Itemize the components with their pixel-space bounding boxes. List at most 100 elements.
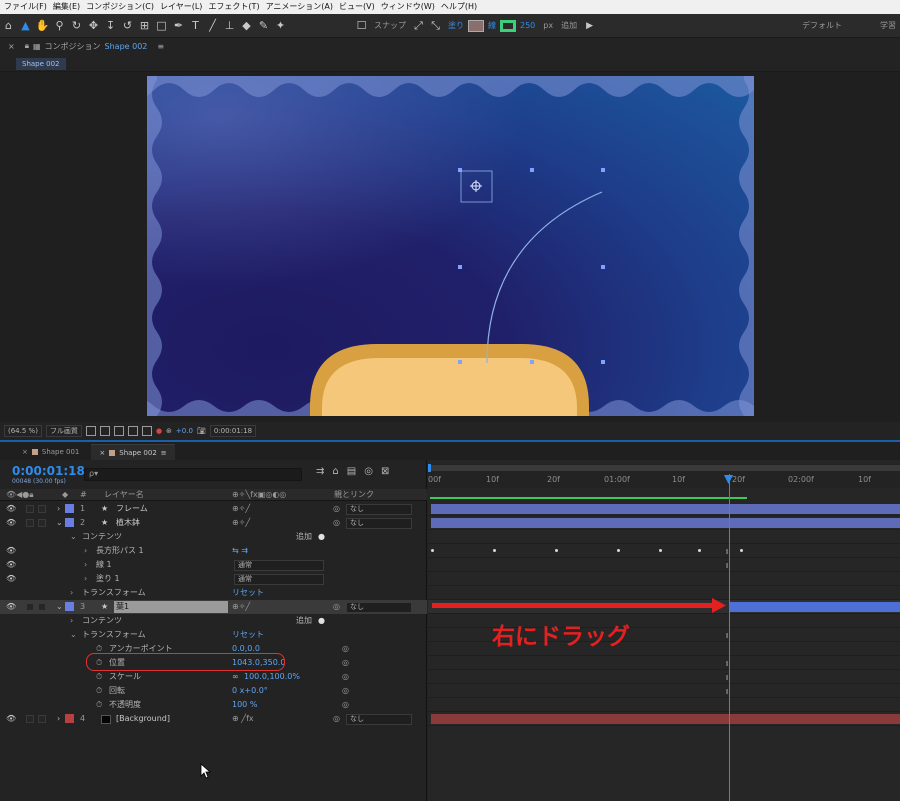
keyframe-dot[interactable] — [555, 549, 558, 552]
constrain-proportions-icon[interactable]: ∞ — [232, 670, 239, 684]
property-row[interactable]: ⌄ コンテンツ 追加 ● — [0, 530, 427, 544]
pan-behind-tool-icon[interactable]: ⊞ — [136, 16, 153, 36]
add-label[interactable]: 追加 — [561, 20, 577, 31]
selection-tool-icon[interactable]: ▲ — [17, 16, 34, 36]
property-row[interactable]: 👁 › 塗り 1 通常 — [0, 572, 427, 586]
property-row[interactable]: 👁 › 長方形パス 1 ⇆ ⇉ — [0, 544, 427, 558]
grid-icon[interactable] — [99, 426, 110, 436]
path-mode-icon[interactable]: ⇆ ⇉ — [232, 544, 248, 558]
viewer-time[interactable]: 0:00:01:18 — [209, 425, 257, 437]
layer-duration-bar[interactable] — [431, 504, 900, 514]
menu-composition[interactable]: コンポジション(C) — [86, 0, 154, 14]
eye-icon[interactable]: 👁 — [6, 600, 16, 614]
timeline-tab-shape-001[interactable]: × Shape 001 — [14, 444, 87, 460]
chevron-right-icon[interactable]: › — [84, 572, 87, 586]
menu-help[interactable]: ヘルプ(H) — [441, 0, 477, 14]
add-circle-icon[interactable]: ● — [318, 530, 325, 544]
property-value[interactable]: 100 % — [232, 698, 257, 712]
play-circle-icon[interactable]: ▶ — [581, 16, 598, 36]
resolution-dropdown[interactable]: フル画質 — [45, 425, 82, 437]
layer-name[interactable]: フレーム — [116, 502, 148, 516]
menu-animation[interactable]: アニメーション(A) — [266, 0, 333, 14]
parent-dropdown[interactable]: なし — [346, 602, 412, 613]
keyframe-dot[interactable] — [431, 549, 434, 552]
property-row[interactable]: ⏱ 不透明度 100 % ◎ — [0, 698, 427, 712]
layer-search-input[interactable]: ρ▾ — [84, 468, 302, 481]
property-row[interactable]: ⏱ 回転 0 x+0.0° ◎ — [0, 684, 427, 698]
keyframe-dot[interactable] — [617, 549, 620, 552]
keyframe-dot[interactable] — [659, 549, 662, 552]
close-icon[interactable]: × — [99, 445, 105, 461]
layer-duration-bar[interactable] — [729, 602, 900, 612]
rectangle-tool-icon[interactable]: □ — [153, 16, 170, 36]
label-color-swatch[interactable] — [65, 518, 74, 527]
pickwhip-icon[interactable]: ◎ — [342, 656, 349, 670]
brush-tool-icon[interactable]: ╱ — [204, 16, 221, 36]
pickwhip-icon[interactable]: ◎ — [333, 516, 340, 530]
menu-layer[interactable]: レイヤー(L) — [160, 0, 202, 14]
eye-icon[interactable]: 👁 — [6, 544, 16, 558]
snap-option-icon[interactable]: ⤢ — [410, 16, 427, 36]
keyframe-dot[interactable] — [493, 549, 496, 552]
layer-duration-bar[interactable] — [431, 518, 900, 528]
hand-tool-icon[interactable]: ✋ — [34, 16, 51, 36]
add-label[interactable]: 追加 — [296, 530, 312, 544]
add-label[interactable]: 追加 — [296, 614, 312, 628]
zoom-dropdown[interactable]: (64.5 %) — [4, 425, 42, 437]
roto-brush-tool-icon[interactable]: ✎ — [255, 16, 272, 36]
snapshot-icon[interactable]: 📷︎ — [197, 427, 206, 435]
frame-blend-icon[interactable]: ▤ — [347, 466, 356, 477]
chevron-down-icon[interactable]: ⌄ — [56, 600, 63, 614]
lock-box[interactable] — [38, 505, 46, 513]
menu-icon[interactable]: ≡ — [157, 42, 164, 51]
shy-icon[interactable]: ⌂ — [332, 466, 338, 477]
pickwhip-icon[interactable]: ◎ — [333, 712, 340, 726]
snap-option2-icon[interactable]: ⤡ — [427, 16, 444, 36]
chevron-right-icon[interactable]: › — [57, 712, 60, 726]
stopwatch-icon[interactable]: ⏱ — [96, 670, 102, 684]
blend-mode-dropdown[interactable]: 通常 — [234, 560, 324, 571]
dolly-tool-icon[interactable]: ↧ — [102, 16, 119, 36]
chevron-down-icon[interactable]: ⌄ — [56, 516, 63, 530]
lock-icon[interactable]: 🔒︎ — [25, 41, 29, 51]
lock-box[interactable] — [38, 715, 46, 723]
pen-tool-icon[interactable]: ✒ — [170, 16, 187, 36]
timeline-timecode[interactable]: 0:00:01:18 — [12, 464, 85, 478]
graph-editor-icon[interactable]: ⊠ — [381, 466, 389, 477]
property-row[interactable]: ⏱ スケール ∞ 100.0,100.0% ◎ — [0, 670, 427, 684]
parent-dropdown[interactable]: なし — [346, 504, 412, 515]
workspace-default[interactable]: デフォルト — [802, 20, 842, 31]
layer-switches-icon[interactable]: ⊕ ╱fx — [232, 712, 254, 726]
property-row[interactable]: › トランスフォーム リセット — [0, 586, 427, 600]
layer-switches-icon[interactable]: ⊕✧╱ — [232, 502, 250, 516]
eye-icon[interactable]: 👁 — [6, 502, 16, 516]
menu-edit[interactable]: 編集(E) — [53, 0, 80, 14]
pickwhip-icon[interactable]: ◎ — [333, 502, 340, 516]
pickwhip-icon[interactable]: ◎ — [333, 600, 340, 614]
property-row[interactable]: ⌄ トランスフォーム リセット — [0, 628, 427, 642]
parent-dropdown[interactable]: なし — [346, 518, 412, 529]
composition-canvas[interactable] — [147, 76, 754, 416]
puppet-tool-icon[interactable]: ✦ — [272, 16, 289, 36]
chevron-right-icon[interactable]: › — [57, 502, 60, 516]
chevron-right-icon[interactable]: › — [84, 558, 87, 572]
layer-duration-bar[interactable] — [431, 714, 900, 724]
eye-icon[interactable]: 👁 — [6, 712, 16, 726]
close-icon[interactable]: × — [22, 444, 28, 460]
keyframe-dot[interactable] — [698, 549, 701, 552]
menu-icon[interactable]: ≡ — [161, 445, 167, 461]
fit-icon[interactable] — [85, 426, 96, 436]
solo-box[interactable] — [26, 603, 34, 611]
snap-checkbox-icon[interactable]: ☐ — [353, 16, 370, 36]
layer-switches-icon[interactable]: ⊕✧╱ — [232, 600, 250, 614]
layer-row-selected[interactable]: 👁 ⌄ 3 ★ 葉1 ⊕✧╱ ◎ なし — [0, 600, 427, 614]
timeline-tab-shape-002[interactable]: × Shape 002 ≡ — [91, 444, 175, 461]
solo-box[interactable] — [26, 505, 34, 513]
eye-icon[interactable]: 👁 — [6, 516, 16, 530]
label-color-swatch[interactable] — [65, 602, 74, 611]
parent-dropdown[interactable]: なし — [346, 714, 412, 725]
lock-box[interactable] — [38, 519, 46, 527]
layer-name[interactable]: [Background] — [116, 712, 170, 726]
stopwatch-icon[interactable]: ⏱ — [96, 684, 102, 698]
solo-box[interactable] — [26, 519, 34, 527]
